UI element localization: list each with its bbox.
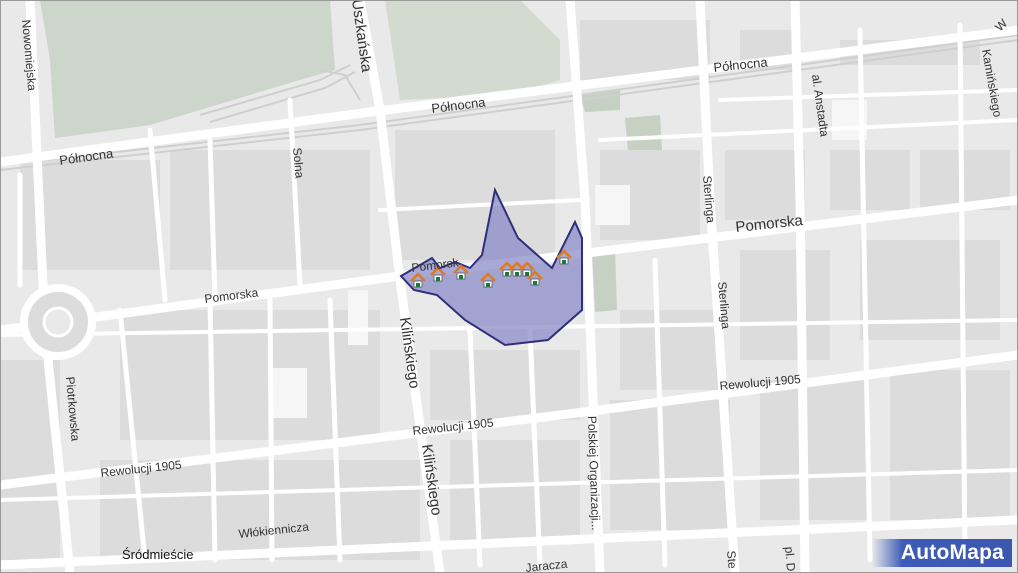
street-label-plac: pl. D bbox=[782, 546, 798, 572]
automapa-logo: AutoMapa bbox=[872, 539, 1012, 567]
map-view[interactable]: Północna Północna Północna Pomorska Pomo… bbox=[0, 0, 1018, 573]
plac-roundabout bbox=[20, 284, 96, 360]
street-label-sterlinga: Ste bbox=[724, 550, 740, 569]
district-label: Śródmieście bbox=[122, 547, 194, 562]
map-canvas[interactable]: Północna Północna Północna Pomorska Pomo… bbox=[0, 0, 1018, 573]
street-label-solna: Solna bbox=[290, 147, 307, 179]
